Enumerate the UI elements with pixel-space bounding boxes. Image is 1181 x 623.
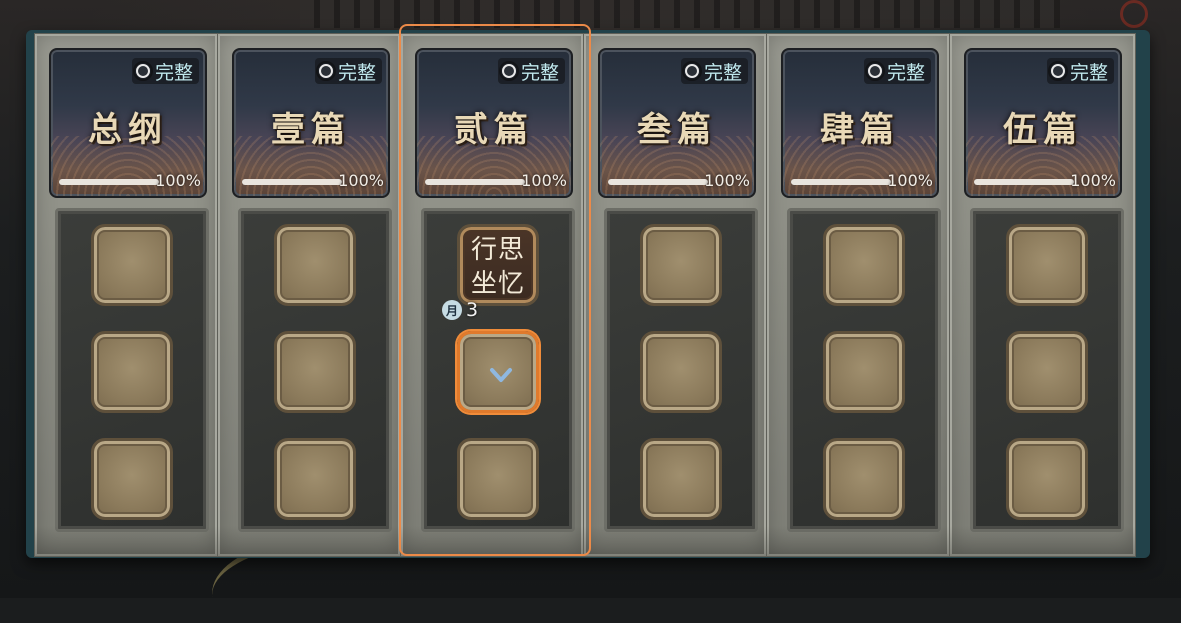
chapter-header[interactable]: 完整 肆篇 100% xyxy=(781,48,939,198)
empty-slot[interactable] xyxy=(640,224,722,306)
card-name-line2: 坐忆 xyxy=(470,269,525,299)
chapter-panel-0[interactable]: 完整 总纲 100% xyxy=(34,33,218,557)
slot-column: 行思 坐忆 月 3 xyxy=(421,208,575,532)
status-badge: 完整 xyxy=(497,58,565,84)
background-rail xyxy=(300,0,1060,28)
chapter-header[interactable]: 完整 壹篇 100% xyxy=(232,48,390,198)
progress-percent: 100% xyxy=(521,171,567,190)
progress-fill xyxy=(791,179,891,185)
progress-percent: 100% xyxy=(155,171,201,190)
moon-icon: 月 xyxy=(442,300,462,320)
circle-icon xyxy=(1047,61,1068,81)
chapter-title: 壹篇 xyxy=(271,110,351,150)
chapter-panel-1[interactable]: 完整 壹篇 100% xyxy=(217,33,401,557)
empty-slot[interactable] xyxy=(823,331,905,413)
slot-column xyxy=(238,208,392,532)
progress-fill xyxy=(425,179,525,185)
chapter-title: 总纲 xyxy=(88,110,168,150)
empty-slot[interactable] xyxy=(823,224,905,306)
slot-column xyxy=(787,208,941,532)
progress-percent: 100% xyxy=(338,171,384,190)
empty-slot[interactable] xyxy=(823,438,905,520)
month-count: 3 xyxy=(466,299,479,321)
status-text: 完整 xyxy=(337,61,376,84)
slot-column xyxy=(604,208,758,532)
card-name: 行思 坐忆 xyxy=(460,233,536,301)
circle-icon xyxy=(681,61,702,81)
empty-slot[interactable] xyxy=(457,438,539,520)
empty-slot[interactable] xyxy=(274,438,356,520)
status-text: 完整 xyxy=(154,61,193,84)
empty-slot[interactable] xyxy=(91,224,173,306)
chapter-header[interactable]: 完整 贰篇 100% xyxy=(415,48,573,198)
card-slot[interactable]: 行思 坐忆 xyxy=(457,224,539,306)
progress-fill xyxy=(242,179,342,185)
empty-slot[interactable] xyxy=(91,331,173,413)
card-name-line1: 行思 xyxy=(470,235,525,265)
status-text: 完整 xyxy=(1069,61,1108,84)
empty-slot[interactable] xyxy=(1006,224,1088,306)
empty-slot[interactable] xyxy=(1006,438,1088,520)
status-badge: 完整 xyxy=(680,58,748,84)
progress-percent: 100% xyxy=(704,171,750,190)
status-text: 完整 xyxy=(520,61,559,84)
progress-fill xyxy=(974,179,1074,185)
status-badge: 完整 xyxy=(314,58,382,84)
empty-slot[interactable] xyxy=(274,331,356,413)
slot-column xyxy=(970,208,1124,532)
empty-slot[interactable] xyxy=(91,438,173,520)
status-badge: 完整 xyxy=(1046,58,1114,84)
chapter-panel-4[interactable]: 完整 肆篇 100% xyxy=(766,33,950,557)
slot-column xyxy=(55,208,209,532)
chapter-panel-5[interactable]: 完整 伍篇 100% xyxy=(949,33,1136,557)
chapter-header[interactable]: 完整 伍篇 100% xyxy=(964,48,1122,198)
progress-bar xyxy=(608,179,708,185)
chapter-panel-2[interactable]: 完整 贰篇 100% 行思 坐忆 月 3 xyxy=(400,33,584,557)
chapter-title: 伍篇 xyxy=(1003,110,1083,150)
empty-slot[interactable] xyxy=(1006,331,1088,413)
chapter-header[interactable]: 完整 叁篇 100% xyxy=(598,48,756,198)
chapter-panel-3[interactable]: 完整 叁篇 100% xyxy=(583,33,767,557)
empty-slot[interactable] xyxy=(640,438,722,520)
progress-bar xyxy=(974,179,1074,185)
month-cost: 月 3 xyxy=(442,299,478,321)
progress-percent: 100% xyxy=(887,171,933,190)
status-text: 完整 xyxy=(703,61,742,84)
chapter-title: 叁篇 xyxy=(637,110,717,150)
status-badge: 完整 xyxy=(131,58,199,84)
progress-bar xyxy=(791,179,891,185)
progress-bar xyxy=(59,179,159,185)
background-rope xyxy=(1120,0,1148,28)
circle-icon xyxy=(864,61,885,81)
progress-percent: 100% xyxy=(1070,171,1116,190)
circle-icon xyxy=(498,61,519,81)
status-badge: 完整 xyxy=(863,58,931,84)
progress-fill xyxy=(608,179,708,185)
progress-bar xyxy=(425,179,525,185)
empty-slot[interactable] xyxy=(640,331,722,413)
progress-fill xyxy=(59,179,159,185)
status-text: 完整 xyxy=(886,61,925,84)
chapter-title: 肆篇 xyxy=(820,110,900,150)
chevron-down-icon xyxy=(490,368,512,382)
empty-slot[interactable] xyxy=(274,224,356,306)
active-slot[interactable] xyxy=(457,331,539,413)
chapter-title: 贰篇 xyxy=(454,110,534,150)
circle-icon xyxy=(132,61,153,81)
chapter-header[interactable]: 完整 总纲 100% xyxy=(49,48,207,198)
progress-bar xyxy=(242,179,342,185)
circle-icon xyxy=(315,61,336,81)
